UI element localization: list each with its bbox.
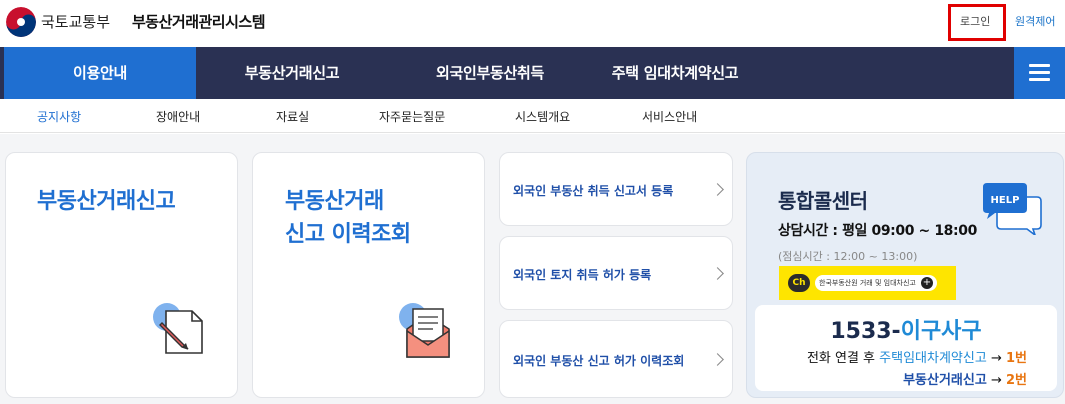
call-center-title: 통합콜센터 [778,189,868,213]
nav-item-guide[interactable]: 이용안내 [4,47,196,99]
ministry-name[interactable]: 국토교통부 [41,11,110,32]
remote-control-button[interactable]: 원격제어 [1015,13,1055,29]
kakao-channel-label: 한국부동산원 거래 및 임대차신고 [815,275,937,291]
nav-item-lease-report[interactable]: 주택 임대차계약신고 [592,47,758,99]
sub-item-outage[interactable]: 장애안내 [156,108,200,125]
kakao-channel-banner[interactable]: Ch 한국부동산원 거래 및 임대차신고 + [779,266,956,300]
link-foreigner-acquisition-register[interactable]: 외국인 부동산 취득 신고서 등록 [499,152,733,226]
link-foreigner-land-permit[interactable]: 외국인 토지 취득 허가 등록 [499,236,733,310]
chevron-right-icon [711,353,724,366]
call-center-panel: 통합콜센터 상담시간 : 평일 09:00 ~ 18:00 (점심시간 : 12… [746,152,1064,398]
sub-nav: 공지사항 장애안내 자료실 자주묻는질문 시스템개요 서비스안내 [0,99,1065,133]
link-label: 외국인 부동산 취득 신고서 등록 [513,184,674,198]
sub-item-overview[interactable]: 시스템개요 [515,108,570,125]
card-title-line1: 부동산거래 [285,189,384,214]
svg-text:HELP: HELP [991,195,1020,206]
call-menu-real-estate: 부동산거래신고 → 2번 [903,373,1027,388]
envelope-icon [397,301,455,367]
help-speech-bubble-icon: HELP [981,183,1043,239]
government-emblem-logo[interactable] [6,7,36,37]
chevron-right-icon [711,267,724,280]
report-history-card[interactable]: 부동산거래 신고 이력조회 [252,152,485,398]
login-button[interactable]: 로그인 [960,13,990,29]
sub-item-notice[interactable]: 공지사항 [37,108,81,125]
hamburger-icon[interactable] [1014,47,1065,99]
kakao-channel-icon: Ch [788,274,810,292]
sub-item-library[interactable]: 자료실 [276,108,309,125]
call-center-hours: 상담시간 : 평일 09:00 ~ 18:00 [778,223,977,239]
chevron-right-icon [711,183,724,196]
call-center-break: (점심시간 : 12:00 ~ 13:00) [778,250,918,263]
card-title-line2: 신고 이력조회 [285,222,411,247]
plus-icon: + [921,277,933,289]
document-pen-icon [152,301,208,365]
real-estate-report-card[interactable]: 부동산거래신고 [5,152,238,398]
call-menu-lease: 전화 연결 후 주택임대차계약신고 → 1번 [806,351,1027,366]
sub-item-service[interactable]: 서비스안내 [642,108,697,125]
header: 국토교통부 부동산거래관리시스템 로그인 원격제어 [0,0,1065,47]
card-title: 부동산거래신고 [37,189,176,214]
link-foreigner-permit-history[interactable]: 외국인 부동산 신고 허가 이력조회 [499,320,733,398]
main-nav: 이용안내 부동산거래신고 외국인부동산취득 주택 임대차계약신고 [0,47,1065,99]
nav-item-foreigner-acquisition[interactable]: 외국인부동산취득 [388,47,592,99]
link-label: 외국인 부동산 신고 허가 이력조회 [513,354,685,368]
link-label: 외국인 토지 취득 허가 등록 [513,268,652,282]
nav-item-real-estate-report[interactable]: 부동산거래신고 [196,47,388,99]
system-title[interactable]: 부동산거래관리시스템 [132,11,266,32]
call-center-phone: 1533-이구사구 [830,319,982,344]
call-center-phone-box: 1533-이구사구 전화 연결 후 주택임대차계약신고 → 1번 부동산거래신고… [755,305,1057,391]
sub-item-faq[interactable]: 자주묻는질문 [379,108,445,125]
